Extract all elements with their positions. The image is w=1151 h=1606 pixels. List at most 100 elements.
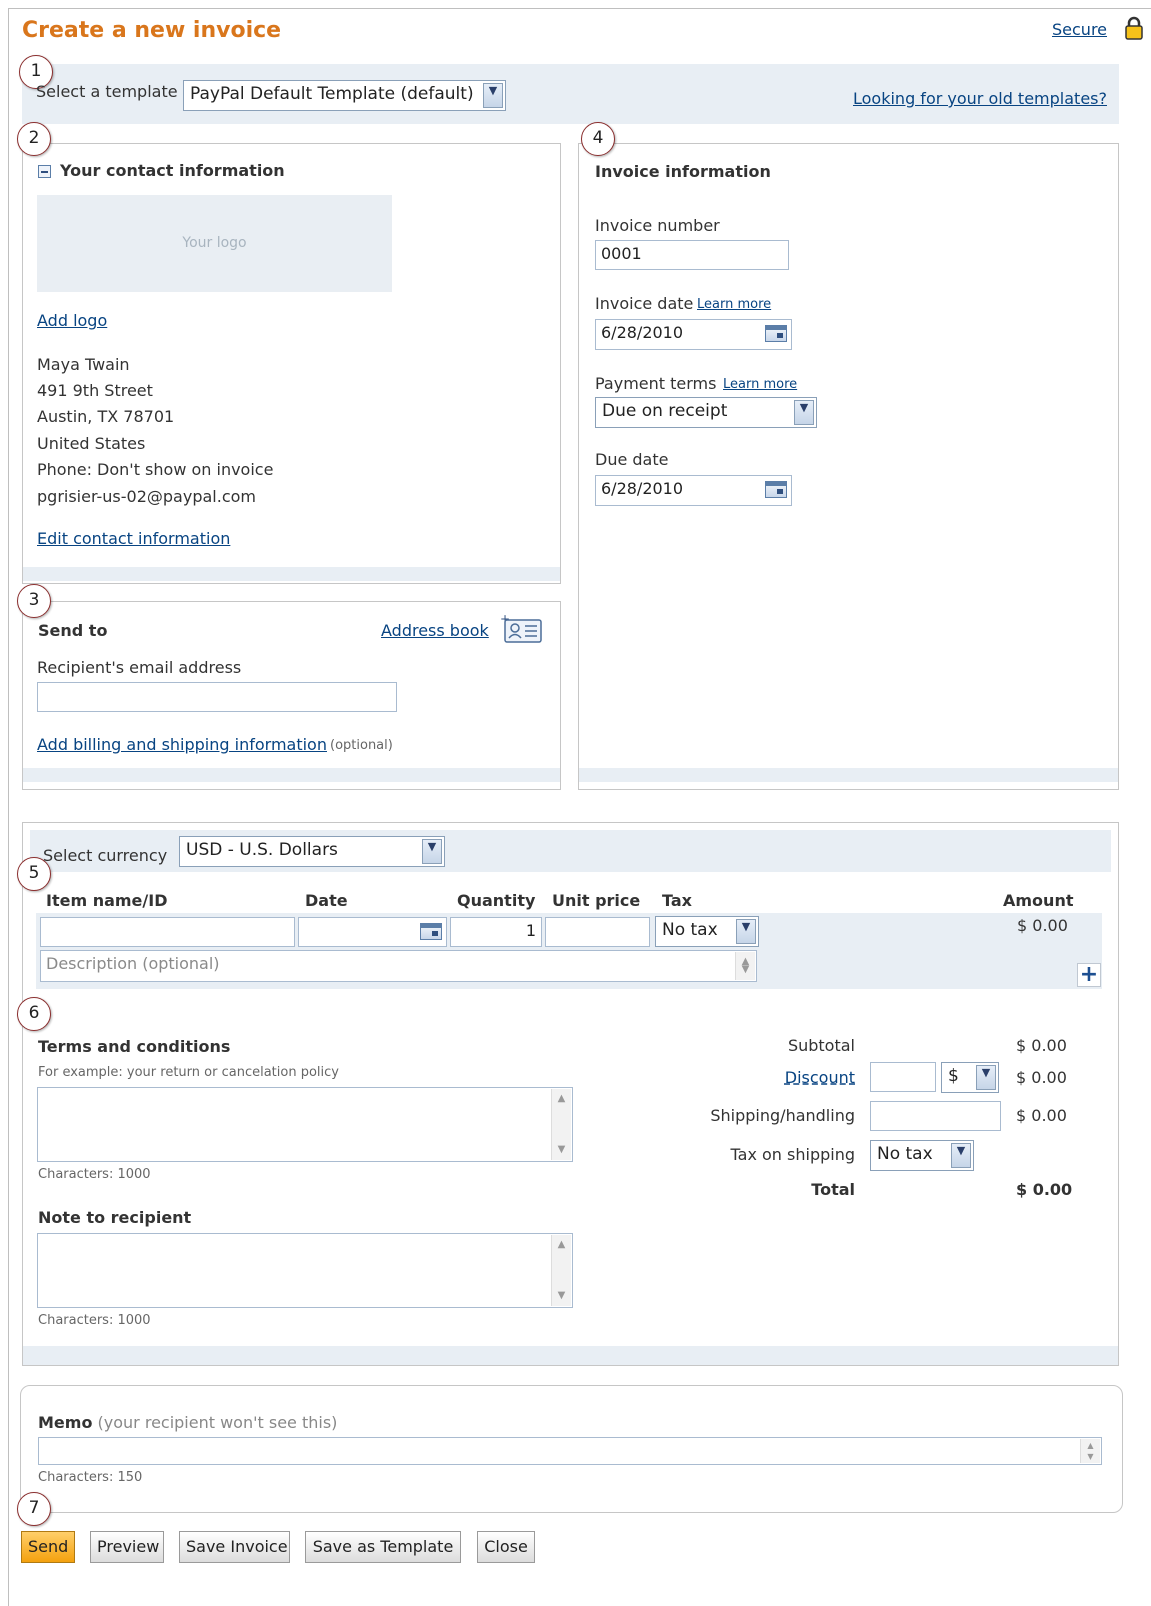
invoice-info-panel-footer xyxy=(579,768,1118,782)
due-date-label: Due date xyxy=(595,450,669,469)
description-placeholder: Description (optional) xyxy=(46,954,220,973)
tax-on-shipping-label: Tax on shipping xyxy=(730,1145,855,1164)
col-header-quantity: Quantity xyxy=(457,891,536,910)
memo-label-row: Memo (your recipient won't see this) xyxy=(38,1413,337,1432)
item-date-input[interactable] xyxy=(298,917,447,947)
payment-terms-selected: Due on receipt xyxy=(602,401,728,421)
memo-char-count: Characters: 150 xyxy=(38,1470,143,1485)
terms-char-count: Characters: 1000 xyxy=(38,1167,151,1182)
col-header-tax: Tax xyxy=(662,891,692,910)
page-title: Create a new invoice xyxy=(22,18,282,43)
discount-value: $ 0.00 xyxy=(1016,1068,1067,1087)
col-header-date: Date xyxy=(305,891,348,910)
step-badge-2: 2 xyxy=(17,122,51,156)
chevron-down-icon: ▼ xyxy=(976,1065,996,1090)
discount-input[interactable] xyxy=(870,1062,936,1092)
template-select[interactable]: PayPal Default Template (default) ▼ xyxy=(183,80,506,111)
close-button[interactable]: Close xyxy=(477,1531,535,1563)
chevron-down-icon: ▼ xyxy=(736,919,756,944)
invoice-number-input[interactable]: 0001 xyxy=(595,240,789,270)
shipping-label: Shipping/handling xyxy=(710,1106,855,1125)
edit-contact-link[interactable]: Edit contact information xyxy=(37,529,230,548)
discount-label[interactable]: Discount xyxy=(700,1068,855,1087)
contact-heading: Your contact information xyxy=(60,161,285,180)
calendar-icon[interactable] xyxy=(765,481,787,498)
memo-input[interactable]: ▲ ▼ xyxy=(38,1437,1102,1465)
invoice-date-learn-more[interactable]: Learn more xyxy=(697,297,771,312)
optional-label: (optional) xyxy=(330,738,393,753)
quantity-input[interactable]: 1 xyxy=(450,917,542,947)
template-label: Select a template xyxy=(36,82,178,101)
recipient-email-input[interactable] xyxy=(37,682,397,712)
shipping-value: $ 0.00 xyxy=(1016,1106,1067,1125)
chevron-down-icon: ▼ xyxy=(483,83,503,108)
save-invoice-button[interactable]: Save Invoice xyxy=(179,1531,290,1563)
invoice-info-heading: Invoice information xyxy=(595,162,771,181)
currency-label: Select currency xyxy=(43,846,168,865)
due-date-input[interactable]: 6/28/2010 xyxy=(595,475,792,506)
col-header-amount: Amount xyxy=(1003,891,1074,910)
unit-price-input[interactable] xyxy=(545,917,650,947)
tax-on-shipping-select[interactable]: No tax ▼ xyxy=(870,1140,974,1171)
invoice-date-input[interactable]: 6/28/2010 xyxy=(595,319,792,350)
invoice-date-label: Invoice date xyxy=(595,294,694,313)
step-badge-3: 3 xyxy=(17,584,51,618)
send-to-panel-footer xyxy=(23,768,560,782)
currency-selected: USD - U.S. Dollars xyxy=(186,840,338,860)
memo-label: Memo xyxy=(38,1413,93,1432)
contact-line: Austin, TX 78701 xyxy=(37,407,175,426)
item-name-input[interactable] xyxy=(40,917,295,947)
calendar-icon[interactable] xyxy=(765,325,787,342)
send-button[interactable]: Send xyxy=(21,1531,75,1563)
item-tax-select[interactable]: No tax ▼ xyxy=(655,916,759,947)
contact-line: 491 9th Street xyxy=(37,381,153,400)
discount-unit-selected: $ xyxy=(948,1066,959,1086)
col-header-item: Item name/ID xyxy=(46,891,168,910)
shipping-input[interactable] xyxy=(870,1101,1001,1131)
step-badge-4: 4 xyxy=(581,122,615,156)
note-textarea[interactable]: ▲ ▼ xyxy=(37,1233,573,1308)
contact-line: pgrisier-us-02@paypal.com xyxy=(37,487,256,506)
contact-line: United States xyxy=(37,434,146,453)
memo-scrollbar[interactable]: ▲ ▼ xyxy=(1080,1439,1100,1463)
address-book-link[interactable]: Address book xyxy=(381,621,489,640)
old-templates-link[interactable]: Looking for your old templates? xyxy=(853,89,1107,108)
description-input[interactable]: Description (optional) ▲ ▼ xyxy=(40,950,757,982)
terms-scrollbar[interactable]: ▲ ▼ xyxy=(551,1089,571,1160)
logo-placeholder: Your logo xyxy=(37,195,392,292)
save-template-button[interactable]: Save as Template xyxy=(305,1531,461,1563)
contact-line: Phone: Don't show on invoice xyxy=(37,460,274,479)
note-scrollbar[interactable]: ▲ ▼ xyxy=(551,1235,571,1306)
currency-select[interactable]: USD - U.S. Dollars ▼ xyxy=(179,836,445,867)
invoice-number-label: Invoice number xyxy=(595,216,720,235)
description-scrollbar[interactable]: ▲ ▼ xyxy=(735,952,755,980)
due-date-value: 6/28/2010 xyxy=(601,479,684,498)
calendar-icon[interactable] xyxy=(420,923,442,940)
terms-textarea[interactable]: ▲ ▼ xyxy=(37,1087,573,1162)
subtotal-label: Subtotal xyxy=(787,1036,855,1055)
address-book-icon[interactable]: + xyxy=(500,612,544,645)
invoice-date-value: 6/28/2010 xyxy=(601,323,684,342)
note-char-count: Characters: 1000 xyxy=(38,1313,151,1328)
memo-hint: (your recipient won't see this) xyxy=(97,1413,338,1432)
payment-terms-label: Payment terms xyxy=(595,374,717,393)
total-label: Total xyxy=(811,1180,855,1199)
step-badge-6: 6 xyxy=(17,997,51,1031)
discount-unit-select[interactable]: $ ▼ xyxy=(941,1062,999,1093)
payment-terms-learn-more[interactable]: Learn more xyxy=(723,377,797,392)
secure-link[interactable]: Secure xyxy=(1052,20,1107,39)
payment-terms-select[interactable]: Due on receipt ▼ xyxy=(595,397,817,428)
preview-button[interactable]: Preview xyxy=(90,1531,164,1563)
lock-icon xyxy=(1124,16,1144,40)
contact-panel-footer xyxy=(23,567,560,581)
send-to-heading: Send to xyxy=(38,621,108,640)
item-amount: $ 0.00 xyxy=(1017,916,1068,935)
terms-heading: Terms and conditions xyxy=(38,1037,231,1056)
add-logo-link[interactable]: Add logo xyxy=(37,311,107,330)
billing-shipping-link[interactable]: Add billing and shipping information xyxy=(37,735,327,754)
step-badge-5: 5 xyxy=(17,857,51,891)
total-value: $ 0.00 xyxy=(1016,1180,1073,1199)
plus-icon[interactable]: + xyxy=(1077,963,1101,987)
chevron-down-icon: ▼ xyxy=(951,1143,971,1168)
minus-square-icon[interactable] xyxy=(38,165,51,178)
